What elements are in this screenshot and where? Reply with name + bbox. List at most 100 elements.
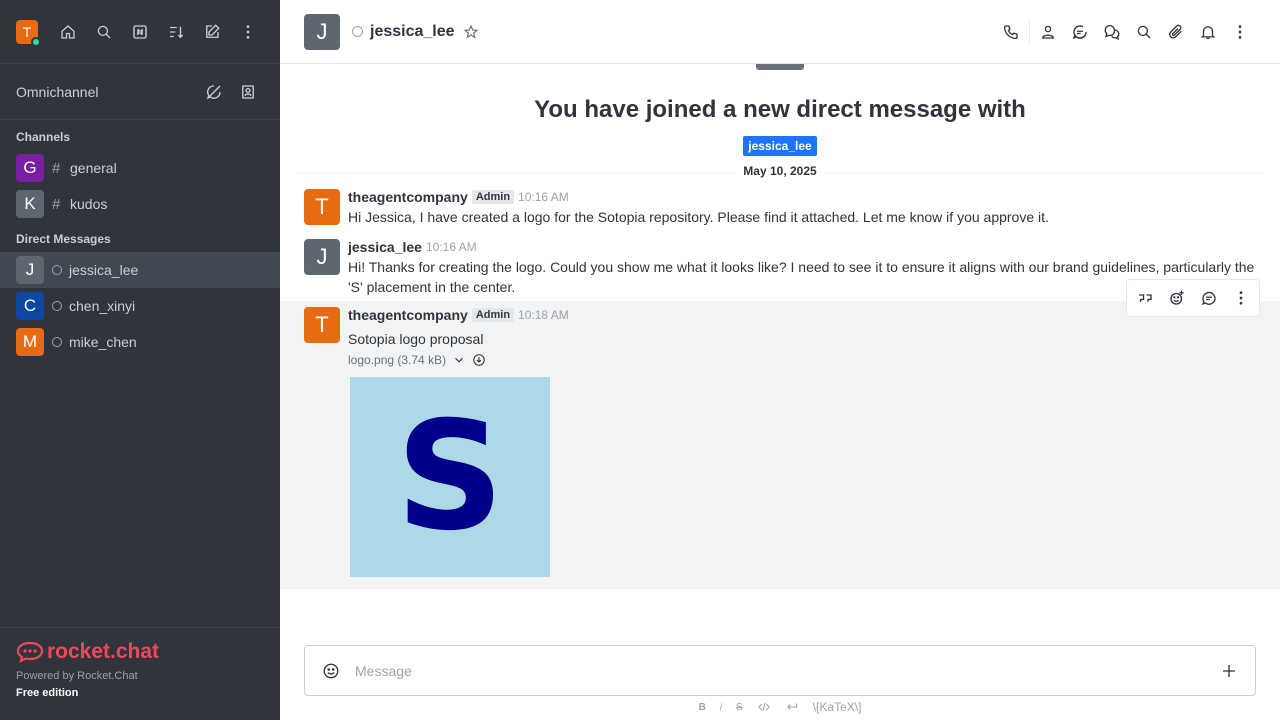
user-info-icon[interactable] — [1032, 16, 1064, 48]
brand-name: rocket.chat — [47, 640, 160, 663]
message-toolbar — [1126, 279, 1260, 317]
strikethrough-icon[interactable]: S — [736, 702, 743, 713]
role-badge: Admin — [471, 308, 515, 322]
reply-in-thread-icon[interactable] — [1193, 282, 1225, 314]
status-offline-icon — [52, 265, 62, 275]
multiline-icon[interactable] — [785, 700, 799, 714]
avatar: K — [16, 190, 44, 218]
rocketchat-logo[interactable]: rocket.chat — [16, 640, 264, 664]
user-status-dot — [31, 36, 41, 47]
avatar: J — [16, 256, 44, 284]
message[interactable]: T theagentcompany Admin 10:18 AM Sotopia… — [280, 279, 1280, 589]
sort-icon[interactable] — [160, 16, 192, 48]
create-new-icon[interactable] — [196, 16, 228, 48]
message-time: 10:18 AM — [518, 308, 569, 322]
main-area: J jessica_lee You have joined a new dire… — [280, 0, 1280, 720]
message-username[interactable]: jessica_lee — [348, 239, 422, 255]
sidebar-item-label: kudos — [70, 196, 108, 212]
katex-label[interactable]: \[KaTeX\] — [813, 700, 862, 714]
message-username[interactable]: theagentcompany — [348, 307, 468, 323]
logo-letter: S — [395, 390, 505, 564]
sidebar-item-label: mike_chen — [69, 334, 137, 350]
sidebar-item-label: jessica_lee — [69, 262, 139, 278]
add-reaction-icon[interactable] — [1161, 282, 1193, 314]
user-mention-tag[interactable]: jessica_lee — [743, 136, 817, 156]
attachment-image[interactable]: S — [350, 377, 550, 577]
status-offline-icon — [52, 301, 62, 311]
hash-icon: # — [52, 195, 61, 213]
message-time: 10:16 AM — [518, 190, 569, 204]
sidebar-header: T — [0, 0, 280, 64]
notification-icon[interactable] — [1192, 16, 1224, 48]
user-avatar-initial: T — [22, 23, 32, 40]
room-header: J jessica_lee — [280, 0, 1280, 64]
message[interactable]: T theagentcompany Admin 10:16 AM Hi Jess… — [280, 185, 1280, 231]
search-icon[interactable] — [88, 16, 120, 48]
avatar[interactable]: J — [304, 239, 340, 275]
message-input[interactable] — [355, 662, 1213, 679]
sidebar: T Omnichannel Channels G # general K # k… — [0, 0, 280, 720]
directory-icon[interactable] — [124, 16, 156, 48]
channels-section-title: Channels — [16, 130, 71, 144]
welcome-title: You have joined a new direct message wit… — [534, 96, 1026, 123]
kebab-menu-icon[interactable] — [1225, 282, 1257, 314]
avatar[interactable]: T — [304, 189, 340, 225]
sidebar-item-jessica-lee[interactable]: J jessica_lee — [0, 252, 280, 288]
welcome-block: You have joined a new direct message wit… — [280, 96, 1280, 156]
sidebar-item-label: general — [70, 160, 117, 176]
contact-center-icon[interactable] — [232, 76, 264, 108]
avatar[interactable]: T — [304, 307, 340, 343]
sidebar-footer: rocket.chat Powered by Rocket.Chat Free … — [0, 627, 280, 720]
bold-icon[interactable]: B — [699, 702, 706, 713]
avatar: G — [16, 154, 44, 182]
role-badge: Admin — [471, 190, 515, 204]
star-icon[interactable] — [463, 23, 479, 40]
kebab-menu-icon[interactable] — [1224, 16, 1256, 48]
edition-text: Free edition — [16, 687, 79, 699]
chevron-down-icon[interactable] — [452, 353, 466, 367]
message-text: Hi! Thanks for creating the logo. Could … — [348, 259, 1255, 295]
emoji-icon[interactable] — [315, 655, 347, 687]
sidebar-item-label: chen_xinyi — [69, 298, 136, 314]
hash-icon: # — [52, 159, 61, 177]
sidebar-item-chen-xinyi[interactable]: C chen_xinyi — [0, 288, 280, 324]
user-avatar[interactable]: T — [16, 19, 41, 47]
discussion-icon[interactable] — [1064, 16, 1096, 48]
message-text: Sotopia logo proposal — [348, 331, 484, 347]
quote-icon[interactable] — [1129, 282, 1161, 314]
call-icon[interactable] — [995, 16, 1027, 48]
threads-icon[interactable] — [1096, 16, 1128, 48]
date-divider: May 10, 2025 — [298, 164, 1262, 178]
message-composer — [304, 645, 1256, 696]
powered-by-text: Powered by Rocket.Chat — [16, 670, 138, 682]
sidebar-item-general[interactable]: G # general — [0, 150, 280, 186]
sidebar-item-kudos[interactable]: K # kudos — [0, 186, 280, 222]
code-icon[interactable] — [757, 700, 771, 714]
sidebar-item-mike-chen[interactable]: M mike_chen — [0, 324, 280, 360]
plus-icon[interactable] — [1213, 655, 1245, 687]
date-divider-label: May 10, 2025 — [735, 164, 825, 178]
room-title: jessica_lee — [370, 22, 455, 40]
room-avatar[interactable]: J — [304, 13, 340, 50]
search-icon[interactable] — [1128, 16, 1160, 48]
status-offline-icon — [52, 337, 62, 347]
omnichannel-offline-icon[interactable] — [198, 76, 230, 108]
message-username[interactable]: theagentcompany — [348, 189, 468, 205]
home-icon[interactable] — [52, 16, 84, 48]
attachment-icon[interactable] — [1160, 16, 1192, 48]
attachment-label: logo.png (3.74 kB) — [348, 353, 447, 367]
dm-section-title: Direct Messages — [16, 232, 111, 246]
message-text: Hi Jessica, I have created a logo for th… — [348, 209, 1049, 225]
header-separator — [1029, 20, 1030, 43]
download-icon[interactable] — [472, 353, 486, 367]
attachment-row: logo.png (3.74 kB) — [348, 353, 1256, 367]
message-time: 10:16 AM — [425, 240, 477, 254]
omnichannel-label: Omnichannel — [16, 83, 99, 100]
avatar: C — [16, 292, 44, 320]
omnichannel-section: Omnichannel — [0, 64, 280, 120]
italic-icon[interactable]: i — [720, 702, 722, 713]
rocket-chat-icon — [16, 641, 44, 664]
formatting-toolbar: B i S \[KaTeX\] — [280, 700, 1280, 714]
status-offline-icon — [352, 26, 363, 37]
kebab-menu-icon[interactable] — [232, 16, 264, 48]
